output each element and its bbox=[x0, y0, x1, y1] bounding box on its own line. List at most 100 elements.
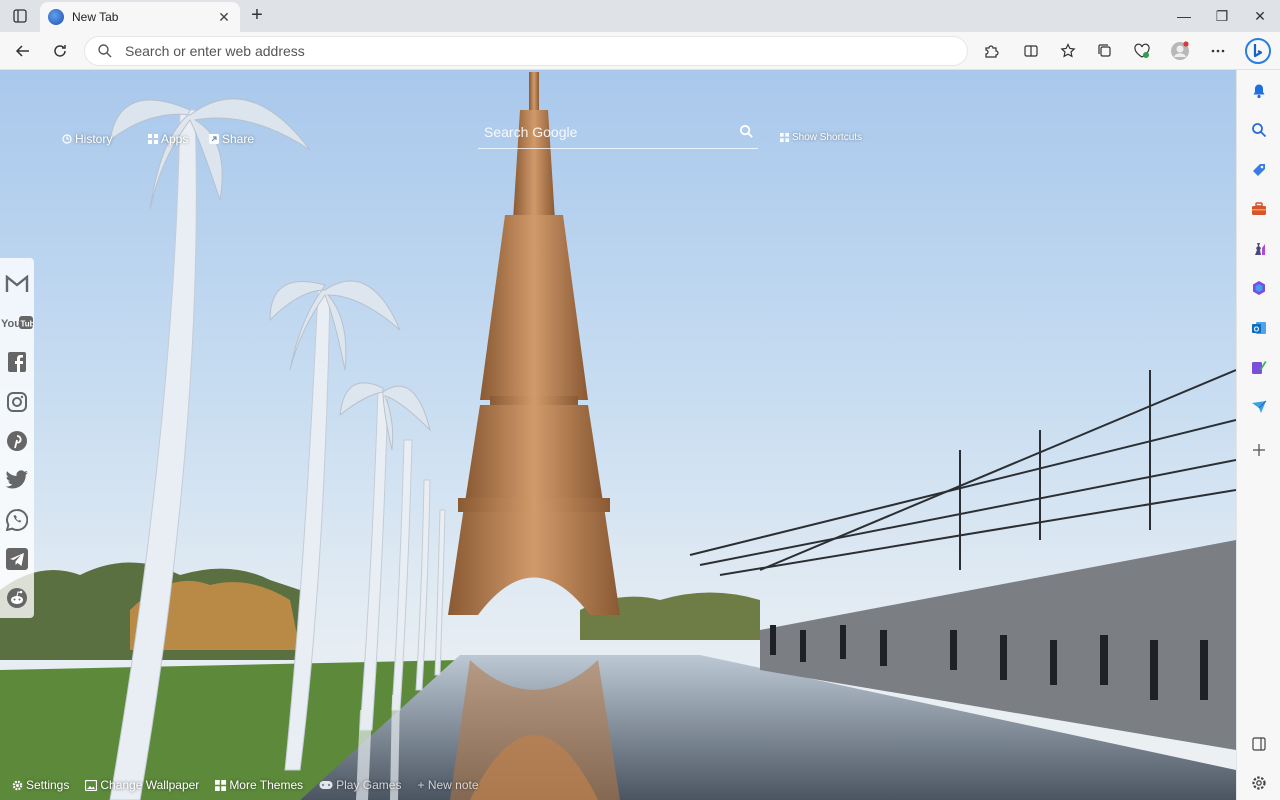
new-note-link[interactable]: + New note bbox=[417, 778, 478, 792]
settings-label: Settings bbox=[26, 778, 70, 792]
sidebar-settings-button[interactable] bbox=[1248, 772, 1270, 794]
facebook-icon bbox=[8, 352, 26, 373]
office-icon bbox=[1253, 281, 1265, 295]
change-wallpaper-label: Change Wallpaper bbox=[100, 778, 200, 792]
whatsapp-link[interactable] bbox=[0, 500, 34, 539]
play-games-link[interactable]: Play Games bbox=[319, 778, 401, 792]
telegram-link[interactable] bbox=[0, 539, 34, 578]
browser-essentials-button[interactable] bbox=[1131, 40, 1153, 62]
split-screen-button[interactable] bbox=[1020, 40, 1042, 62]
play-games-label: Play Games bbox=[336, 778, 402, 792]
reddit-icon bbox=[7, 588, 27, 609]
history-link[interactable]: History bbox=[62, 132, 112, 146]
designer-button[interactable] bbox=[1248, 356, 1270, 378]
reddit-link[interactable] bbox=[0, 579, 34, 618]
twitter-link[interactable] bbox=[0, 461, 34, 500]
back-arrow-icon bbox=[15, 45, 29, 57]
split-screen-icon bbox=[1252, 737, 1266, 751]
search-icon bbox=[1252, 123, 1267, 138]
share-label: Share bbox=[222, 132, 255, 146]
more-menu-button[interactable] bbox=[1207, 40, 1229, 62]
send-button[interactable] bbox=[1248, 396, 1270, 418]
share-link[interactable]: Share bbox=[209, 132, 254, 146]
avatar-icon bbox=[1171, 41, 1189, 60]
google-search-box[interactable] bbox=[478, 115, 758, 149]
new-tab-page: History Apps Share Show Shortcuts YouTub… bbox=[0, 70, 1236, 800]
tab-actions-icon bbox=[13, 9, 27, 23]
tab-title: New Tab bbox=[72, 10, 119, 24]
change-wallpaper-link[interactable]: Change Wallpaper bbox=[85, 778, 199, 792]
shopping-icon bbox=[1253, 164, 1265, 176]
facebook-link[interactable] bbox=[0, 343, 34, 382]
outlook-icon: O bbox=[1252, 322, 1266, 334]
google-search-input[interactable] bbox=[478, 123, 734, 140]
whatsapp-icon bbox=[6, 508, 28, 531]
profile-button[interactable] bbox=[1169, 40, 1191, 62]
games-button[interactable] bbox=[1248, 238, 1270, 260]
designer-icon bbox=[1252, 361, 1267, 374]
youtube-link[interactable]: YouTube bbox=[0, 303, 34, 342]
notifications-button[interactable] bbox=[1248, 80, 1270, 102]
gmail-link[interactable] bbox=[0, 264, 34, 303]
hide-sidebar-button[interactable] bbox=[1248, 733, 1270, 755]
heartbeat-icon bbox=[1134, 43, 1150, 58]
themes-grid-icon bbox=[215, 779, 227, 791]
search-submit-button[interactable] bbox=[734, 120, 758, 144]
tools-icon bbox=[1252, 202, 1266, 215]
search-icon bbox=[739, 124, 753, 138]
sidebar-search-button[interactable] bbox=[1248, 119, 1270, 141]
add-icon bbox=[1253, 444, 1265, 456]
tab-close-icon[interactable]: ✕ bbox=[216, 9, 232, 26]
ellipsis-icon bbox=[1211, 49, 1225, 53]
settings-icon bbox=[1252, 776, 1266, 790]
history-label: History bbox=[75, 132, 113, 146]
svg-text:Tube: Tube bbox=[21, 319, 34, 328]
collections-button[interactable] bbox=[1094, 40, 1116, 62]
gear-icon bbox=[12, 780, 23, 790]
pinterest-icon bbox=[7, 430, 27, 451]
back-button[interactable] bbox=[12, 40, 34, 62]
close-window-button[interactable]: ✕ bbox=[1250, 6, 1270, 26]
youtube-icon: YouTube bbox=[1, 315, 34, 330]
address-bar[interactable] bbox=[84, 36, 968, 66]
toolbar bbox=[0, 32, 1280, 70]
settings-link[interactable]: Settings bbox=[12, 778, 69, 792]
refresh-button[interactable] bbox=[49, 40, 71, 62]
share-icon bbox=[209, 134, 219, 144]
more-themes-link[interactable]: More Themes bbox=[215, 778, 303, 792]
image-icon bbox=[85, 779, 98, 791]
games-icon bbox=[1255, 243, 1265, 255]
tools-button[interactable] bbox=[1248, 198, 1270, 220]
office-button[interactable] bbox=[1248, 277, 1270, 299]
outlook-button[interactable]: O bbox=[1248, 317, 1270, 339]
pinterest-link[interactable] bbox=[0, 421, 34, 460]
add-sidebar-app-button[interactable] bbox=[1248, 439, 1270, 461]
bing-icon bbox=[1245, 38, 1271, 64]
puzzle-icon bbox=[985, 45, 999, 58]
bing-copilot-button[interactable] bbox=[1244, 35, 1272, 67]
edge-sidebar: O bbox=[1236, 70, 1280, 800]
telegram-icon bbox=[6, 547, 28, 570]
grid-icon bbox=[780, 133, 789, 142]
favorites-button[interactable] bbox=[1057, 40, 1079, 62]
tab-actions-button[interactable] bbox=[8, 5, 32, 27]
maximize-button[interactable]: ❐ bbox=[1212, 6, 1232, 26]
address-input[interactable] bbox=[125, 43, 967, 59]
apps-link[interactable]: Apps bbox=[148, 132, 188, 146]
tab-new-tab[interactable]: New Tab ✕ bbox=[40, 2, 240, 32]
show-shortcuts-button[interactable]: Show Shortcuts bbox=[780, 132, 862, 143]
wallpaper-eiffel-tower bbox=[0, 70, 1236, 800]
instagram-link[interactable] bbox=[0, 382, 34, 421]
gamepad-icon bbox=[319, 781, 333, 789]
extensions-button[interactable] bbox=[980, 40, 1002, 62]
history-icon bbox=[62, 134, 72, 144]
collections-icon bbox=[1098, 44, 1111, 57]
minimize-button[interactable]: — bbox=[1174, 6, 1194, 26]
svg-text:You: You bbox=[1, 318, 21, 330]
shopping-button[interactable] bbox=[1248, 159, 1270, 181]
svg-text:O: O bbox=[1254, 326, 1260, 333]
new-tab-button[interactable]: + bbox=[246, 5, 268, 27]
search-icon bbox=[98, 44, 112, 58]
apps-icon bbox=[148, 134, 158, 144]
split-screen-icon bbox=[1024, 45, 1038, 57]
